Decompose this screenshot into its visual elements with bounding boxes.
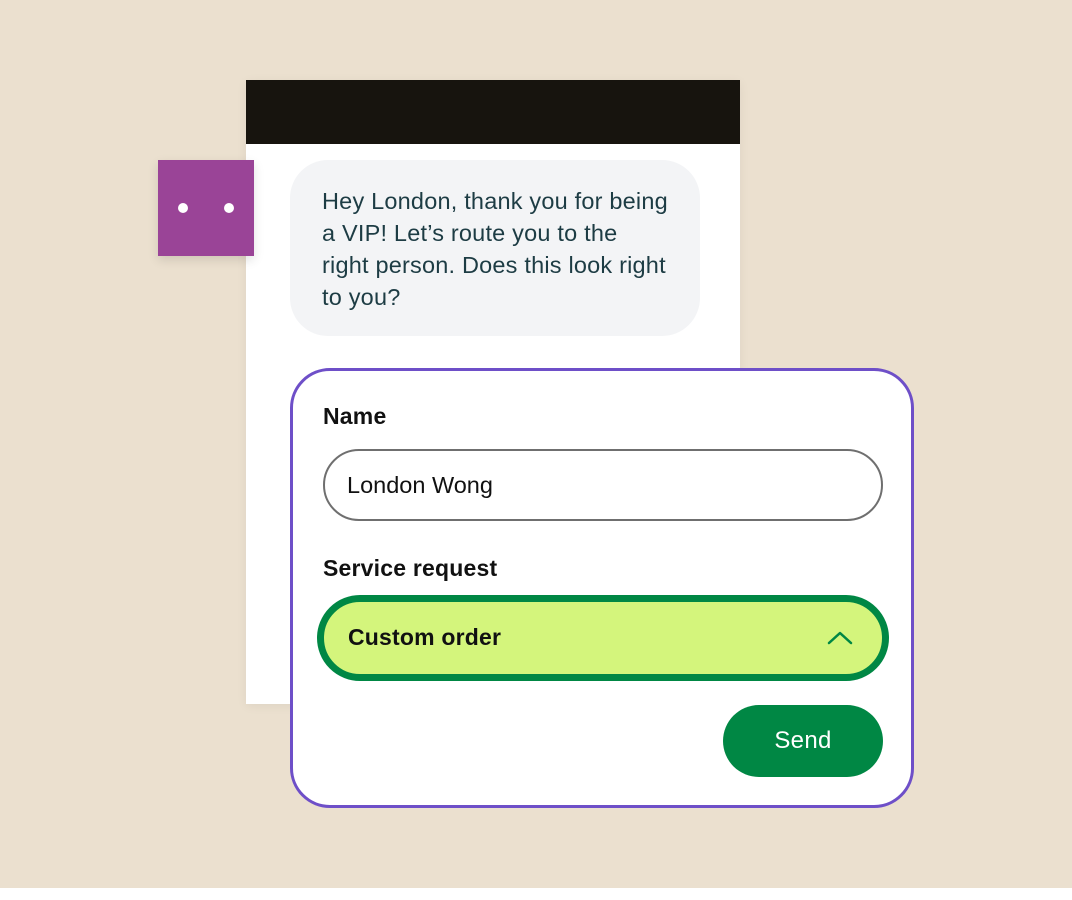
canvas-background: Hey London, thank you for being a VIP! L… [0, 0, 1072, 888]
name-input[interactable] [323, 449, 883, 521]
bot-avatar [158, 160, 254, 256]
chevron-up-icon [827, 631, 853, 645]
avatar-left-eye [178, 203, 188, 213]
routing-form: Name Service request Custom order Send [290, 368, 914, 808]
send-button[interactable]: Send [723, 705, 883, 777]
chat-header [246, 80, 740, 144]
service-request-value: Custom order [348, 624, 502, 650]
service-request-label: Service request [323, 555, 498, 581]
avatar-right-eye [224, 203, 234, 213]
name-label: Name [323, 403, 387, 429]
service-request-select[interactable]: Custom order [317, 595, 889, 681]
bot-message-bubble: Hey London, thank you for being a VIP! L… [290, 160, 700, 336]
